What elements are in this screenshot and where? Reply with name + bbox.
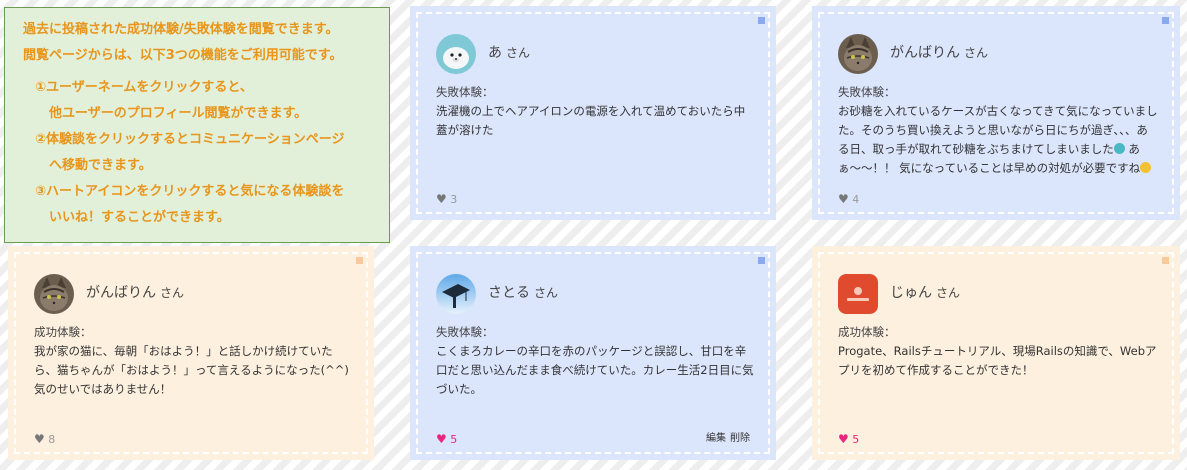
feature-list: ①ユーザーネームをクリックすると、 他ユーザーのプロフィール閲覧ができます。 ②… bbox=[35, 75, 389, 231]
card-actions: 編集 削除 bbox=[702, 429, 750, 444]
intro-line-1: 過去に投稿された成功体験/失敗体験を閲覧できます。 bbox=[23, 22, 339, 37]
app-logo-avatar-icon bbox=[838, 274, 878, 314]
intro-panel: 過去に投稿された成功体験/失敗体験を閲覧できます。 閲覧ページからは、以下3つの… bbox=[4, 7, 390, 243]
body-text: お砂糖を入れているケースが古くなってきて気になっていました。そのうち買い換えよう… bbox=[838, 104, 1158, 156]
experience-label: 失敗体験： bbox=[436, 325, 494, 339]
experience-card[interactable]: じゅん さん 成功体験： Progate、Railsチュートリアル、現場Rails… bbox=[812, 246, 1180, 460]
username[interactable]: あ bbox=[488, 45, 502, 61]
like-count: 5 bbox=[450, 433, 458, 446]
experience-body[interactable]: お砂糖を入れているケースが古くなってきて気になっていました。そのうち買い換えよう… bbox=[838, 102, 1158, 178]
username[interactable]: がんばりん bbox=[86, 285, 156, 301]
like-button[interactable]: ♥ 4 bbox=[838, 192, 859, 206]
like-count: 5 bbox=[852, 433, 860, 446]
experience-body[interactable]: こくまろカレーの辛口を赤のパッケージと誤認し、甘口を辛口だと思い込んだまま食べ続… bbox=[436, 342, 754, 399]
feature-text: ②体験談をクリックするとコミュニケーションページ bbox=[35, 132, 345, 147]
experience-body[interactable]: 我が家の猫に、毎朝「おはよう！」と話しかけ続けていたら、猫ちゃんが「おはよう！」… bbox=[34, 342, 352, 399]
like-button[interactable]: ♥ 5 bbox=[436, 432, 457, 446]
grimace-emoji-icon bbox=[1140, 162, 1152, 173]
intro-line-2: 閲覧ページからは、以下3つの機能をご利用可能です。 bbox=[23, 48, 343, 63]
experience-card[interactable]: がんばりん さん 成功体験： 我が家の猫に、毎朝「おはよう！」と話しかけ続けていた… bbox=[8, 246, 374, 460]
delete-button[interactable]: 削除 bbox=[730, 433, 750, 444]
experience-card[interactable]: あさん 失敗体験： 洗濯機の上でヘアアイロンの電源を入れて温めておいたら中蓋が溶… bbox=[410, 6, 776, 220]
card-frame: あさん 失敗体験： 洗濯機の上でヘアアイロンの電源を入れて温めておいたら中蓋が溶… bbox=[416, 12, 770, 214]
feature-text: いいね！することができます。 bbox=[49, 210, 230, 225]
feature-text: へ移動できます。 bbox=[49, 158, 152, 173]
like-button[interactable]: ♥ 3 bbox=[436, 192, 457, 206]
username-link[interactable]: あさん bbox=[488, 42, 530, 62]
experience-label: 失敗体験： bbox=[838, 85, 896, 99]
corner-marker bbox=[1162, 257, 1169, 264]
experience-label: 成功体験： bbox=[34, 325, 92, 339]
seal-avatar-icon bbox=[436, 34, 476, 74]
corner-marker bbox=[1162, 17, 1169, 24]
heart-icon[interactable]: ♥ bbox=[436, 432, 447, 446]
san-suffix: さん bbox=[534, 286, 559, 300]
experience-body[interactable]: Progate、Railsチュートリアル、現場Railsの知識で、Webアプリを… bbox=[838, 342, 1158, 380]
feature-text: ③ハートアイコンをクリックすると気になる体験談を bbox=[35, 184, 345, 199]
corner-marker bbox=[356, 257, 363, 264]
username[interactable]: じゅん bbox=[890, 285, 932, 301]
like-button[interactable]: ♥ 8 bbox=[34, 432, 55, 446]
card-frame: がんばりん さん 失敗体験： お砂糖を入れているケースが古くなってきて気になってい… bbox=[818, 12, 1174, 214]
like-count: 8 bbox=[48, 433, 56, 446]
like-count: 4 bbox=[852, 193, 860, 206]
san-suffix: さん bbox=[506, 46, 531, 60]
username-link[interactable]: がんばりん さん bbox=[890, 42, 988, 62]
card-frame: さとる さん 失敗体験： こくまろカレーの辛口を赤のパッケージと誤認し、甘口を辛口… bbox=[416, 252, 770, 454]
feature-item: ①ユーザーネームをクリックすると、 他ユーザーのプロフィール閲覧ができます。 bbox=[35, 75, 389, 127]
san-suffix: さん bbox=[936, 286, 961, 300]
username[interactable]: さとる bbox=[488, 285, 530, 301]
experience-card[interactable]: がんばりん さん 失敗体験： お砂糖を入れているケースが古くなってきて気になってい… bbox=[812, 6, 1180, 220]
experience-label: 成功体験： bbox=[838, 325, 896, 339]
heart-icon[interactable]: ♥ bbox=[838, 192, 849, 206]
username[interactable]: がんばりん bbox=[890, 45, 960, 61]
username-link[interactable]: さとる さん bbox=[488, 282, 558, 302]
feature-text: ①ユーザーネームをクリックすると、 bbox=[35, 80, 253, 95]
like-button[interactable]: ♥ 5 bbox=[838, 432, 859, 446]
card-frame: がんばりん さん 成功体験： 我が家の猫に、毎朝「おはよう！」と話しかけ続けていた… bbox=[14, 252, 368, 454]
cat-avatar-icon bbox=[34, 274, 74, 314]
sweat-emoji-icon bbox=[1113, 143, 1125, 154]
feature-item: ③ハートアイコンをクリックすると気になる体験談を いいね！することができます。 bbox=[35, 179, 389, 231]
san-suffix: さん bbox=[160, 286, 185, 300]
experience-card[interactable]: さとる さん 失敗体験： こくまろカレーの辛口を赤のパッケージと誤認し、甘口を辛口… bbox=[410, 246, 776, 460]
san-suffix: さん bbox=[964, 46, 989, 60]
experience-label: 失敗体験： bbox=[436, 85, 494, 99]
graduation-avatar-icon bbox=[436, 274, 476, 314]
card-frame: じゅん さん 成功体験： Progate、Railsチュートリアル、現場Rails… bbox=[818, 252, 1174, 454]
feature-item: ②体験談をクリックするとコミュニケーションページ へ移動できます。 bbox=[35, 127, 389, 179]
corner-marker bbox=[758, 17, 765, 24]
corner-marker bbox=[758, 257, 765, 264]
heart-icon[interactable]: ♥ bbox=[436, 192, 447, 206]
edit-button[interactable]: 編集 bbox=[706, 433, 726, 444]
heart-icon[interactable]: ♥ bbox=[838, 432, 849, 446]
cat-avatar-icon bbox=[838, 34, 878, 74]
feature-text: 他ユーザーのプロフィール閲覧ができます。 bbox=[49, 106, 308, 121]
username-link[interactable]: がんばりん さん bbox=[86, 282, 184, 302]
experience-body[interactable]: 洗濯機の上でヘアアイロンの電源を入れて温めておいたら中蓋が溶けた bbox=[436, 102, 754, 140]
like-count: 3 bbox=[450, 193, 458, 206]
username-link[interactable]: じゅん さん bbox=[890, 282, 960, 302]
heart-icon[interactable]: ♥ bbox=[34, 432, 45, 446]
